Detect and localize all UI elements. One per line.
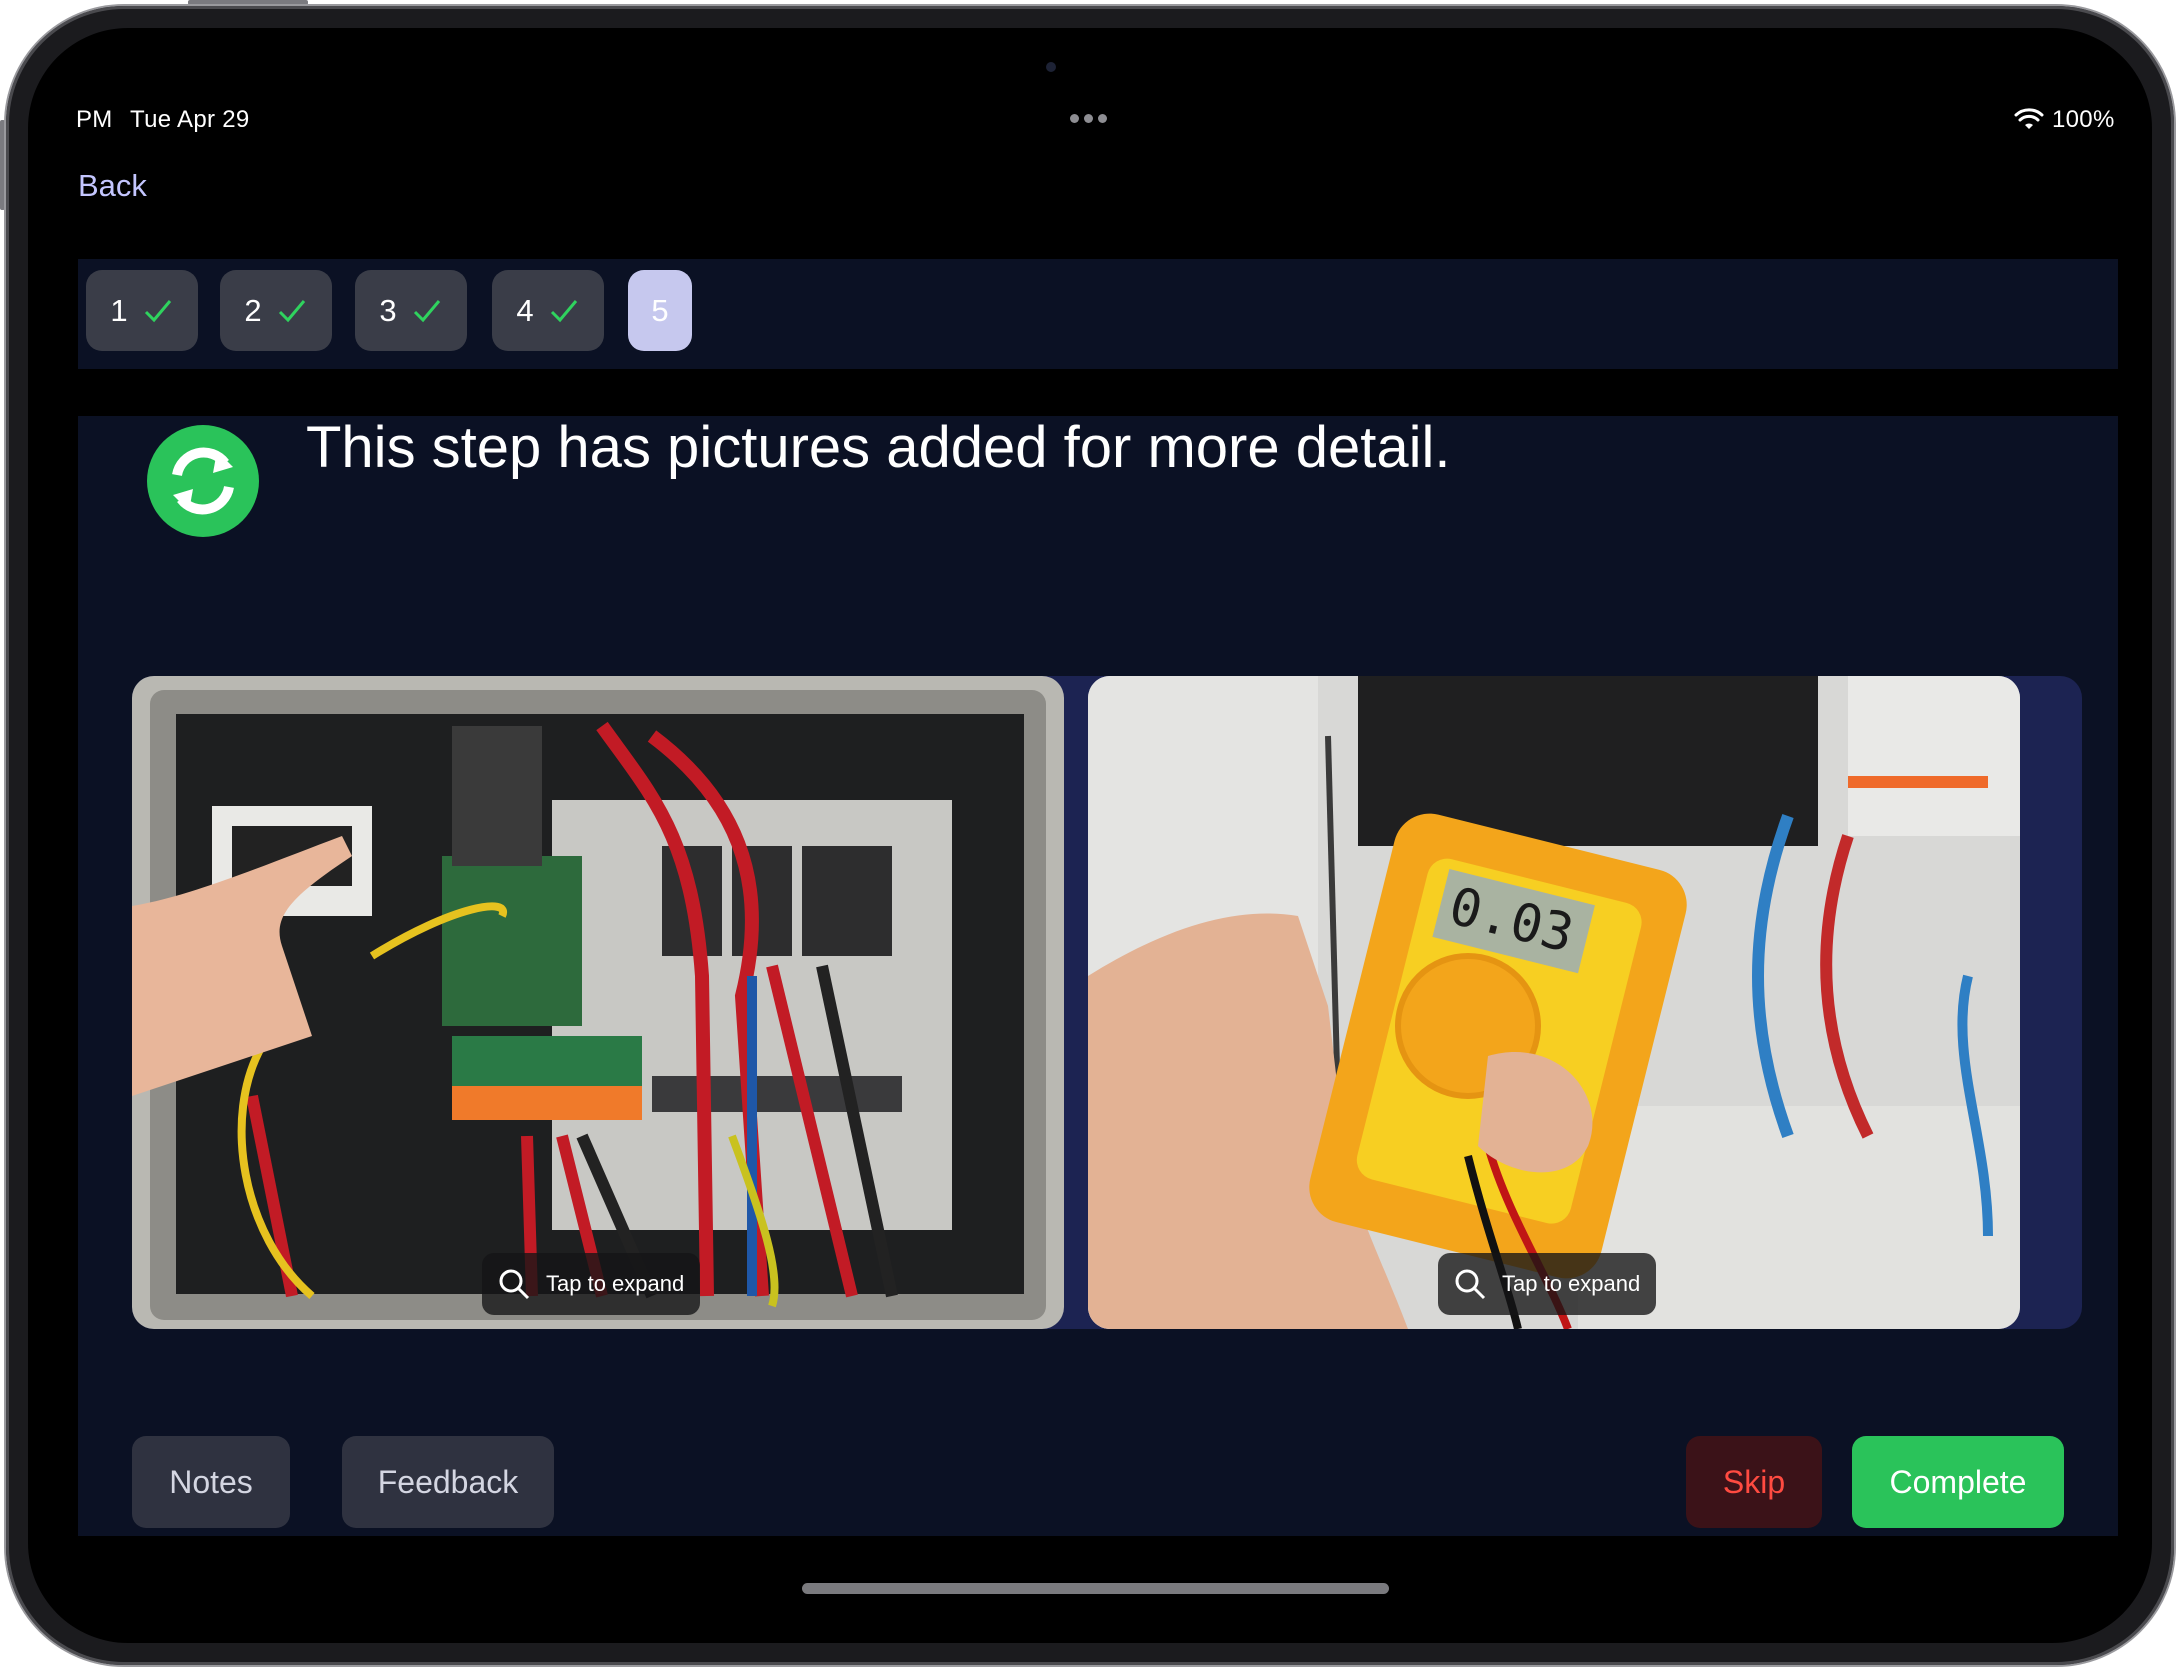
- device-frame: PM Tue Apr 29 100% Back 1 2 3 4 5 This s…: [6, 6, 2174, 1665]
- checkmark-icon: [278, 299, 305, 322]
- photo-gallery: Tap to expand 0.03 Tap to expand: [132, 676, 2082, 1329]
- photo-electrical-panel[interactable]: Tap to expand: [132, 676, 1064, 1329]
- step-number: 5: [651, 292, 669, 328]
- tap-to-expand-button[interactable]: Tap to expand: [482, 1253, 701, 1315]
- step-number: 3: [379, 292, 397, 328]
- step-4-button[interactable]: 4: [492, 270, 604, 351]
- battery-level: 100%: [2052, 106, 2115, 133]
- expand-label: Tap to expand: [546, 1271, 685, 1296]
- feedback-button[interactable]: Feedback: [342, 1436, 554, 1528]
- step-number: 4: [516, 292, 534, 328]
- step-3-button[interactable]: 3: [355, 270, 467, 351]
- status-date: Tue Apr 29: [130, 106, 250, 133]
- step-5-button[interactable]: 5: [628, 270, 692, 351]
- home-indicator[interactable]: [802, 1583, 1389, 1594]
- step-number: 1: [110, 292, 128, 328]
- multitasking-dots[interactable]: [1070, 114, 1107, 123]
- checkmark-icon: [550, 299, 577, 322]
- top-button: [188, 0, 308, 5]
- wifi-icon: [2014, 108, 2044, 129]
- expand-label: Tap to expand: [1502, 1271, 1641, 1296]
- step-2-button[interactable]: 2: [220, 270, 332, 351]
- search-icon: [1455, 1269, 1486, 1300]
- screen: PM Tue Apr 29 100% Back 1 2 3 4 5 This s…: [28, 28, 2152, 1643]
- sync-icon: [147, 425, 259, 537]
- complete-button[interactable]: Complete: [1852, 1436, 2064, 1528]
- front-camera: [1046, 62, 1056, 72]
- search-icon: [499, 1269, 530, 1300]
- multimeter-image: 0.03: [1088, 676, 2020, 1329]
- checkmark-icon: [413, 299, 440, 322]
- notes-button[interactable]: Notes: [132, 1436, 290, 1528]
- step-title: This step has pictures added for more de…: [306, 415, 1451, 480]
- checkmark-icon: [144, 299, 171, 322]
- step-1-button[interactable]: 1: [86, 270, 198, 351]
- skip-button[interactable]: Skip: [1686, 1436, 1822, 1528]
- electrical-panel-image: [132, 676, 1064, 1329]
- step-panel: This step has pictures added for more de…: [78, 416, 2118, 1536]
- status-time: PM: [76, 106, 113, 133]
- side-button: [0, 120, 5, 210]
- photo-multimeter[interactable]: 0.03 Tap to expand: [1088, 676, 2020, 1329]
- tap-to-expand-button[interactable]: Tap to expand: [1438, 1253, 1657, 1315]
- back-button[interactable]: Back: [78, 168, 147, 204]
- step-number: 2: [244, 292, 262, 328]
- step-progress-bar: 1 2 3 4 5: [78, 259, 2118, 369]
